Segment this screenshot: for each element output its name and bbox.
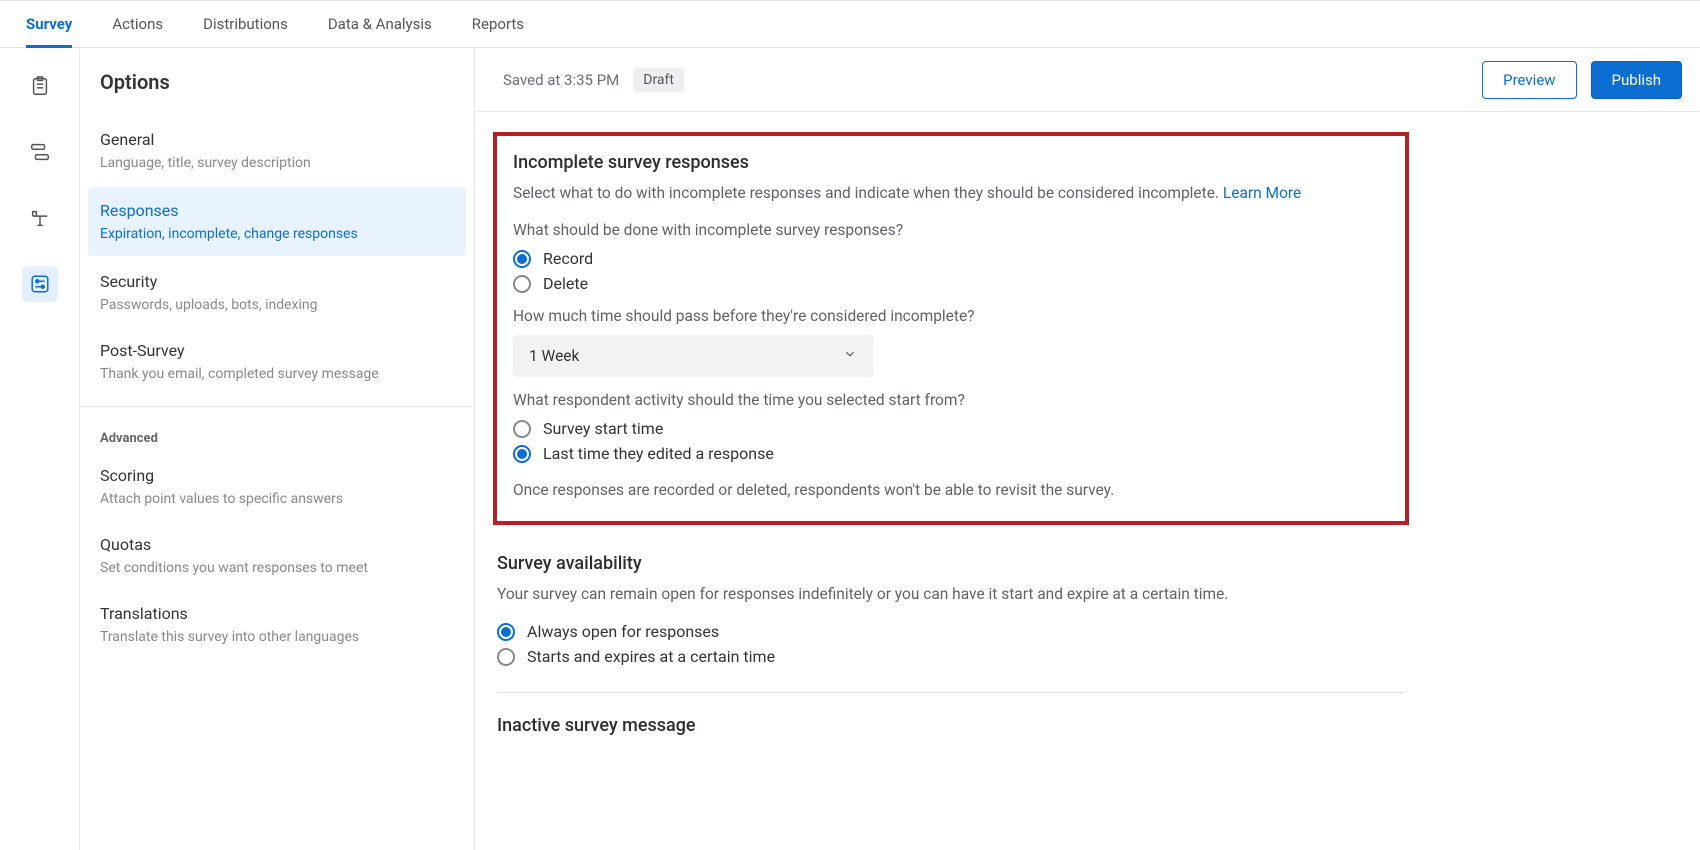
select-value: 1 Week bbox=[529, 347, 579, 365]
sidebar-item-translations[interactable]: Translations Translate this survey into … bbox=[80, 590, 474, 659]
sidebar-item-desc: Attach point values to specific answers bbox=[100, 491, 454, 507]
learn-more-link[interactable]: Learn More bbox=[1223, 184, 1301, 202]
section-title: Survey availability bbox=[497, 553, 1405, 574]
incomplete-time-select[interactable]: 1 Week bbox=[513, 335, 873, 377]
icon-rail bbox=[0, 48, 80, 850]
sidebar-item-desc: Language, title, survey description bbox=[100, 155, 454, 171]
radio-label: Survey start time bbox=[543, 419, 663, 438]
top-tab-bar: Survey Actions Distributions Data & Anal… bbox=[0, 0, 1700, 48]
radio-icon bbox=[513, 420, 531, 438]
sidebar-item-label: Scoring bbox=[100, 466, 454, 485]
sidebar-item-general[interactable]: General Language, title, survey descript… bbox=[80, 116, 474, 185]
sidebar-item-responses[interactable]: Responses Expiration, incomplete, change… bbox=[88, 187, 466, 256]
sidebar-item-desc: Passwords, uploads, bots, indexing bbox=[100, 297, 454, 313]
tab-distributions[interactable]: Distributions bbox=[203, 0, 288, 48]
radio-always-open[interactable]: Always open for responses bbox=[497, 622, 1405, 641]
radio-icon bbox=[513, 445, 531, 463]
survey-options-icon[interactable] bbox=[22, 266, 58, 302]
sidebar-item-label: Quotas bbox=[100, 535, 454, 554]
sidebar-title: Options bbox=[80, 70, 474, 116]
options-sidebar: Options General Language, title, survey … bbox=[80, 48, 475, 850]
radio-label: Last time they edited a response bbox=[543, 444, 774, 463]
survey-availability-section: Survey availability Your survey can rema… bbox=[493, 553, 1409, 736]
radio-delete[interactable]: Delete bbox=[513, 274, 1389, 293]
radio-icon bbox=[497, 623, 515, 641]
sidebar-item-label: General bbox=[100, 130, 454, 149]
sidebar-item-label: Security bbox=[100, 272, 454, 291]
tab-reports[interactable]: Reports bbox=[472, 0, 524, 48]
sidebar-item-quotas[interactable]: Quotas Set conditions you want responses… bbox=[80, 521, 474, 590]
sidebar-item-desc: Translate this survey into other languag… bbox=[100, 629, 454, 645]
radio-icon bbox=[513, 250, 531, 268]
question-activity: What respondent activity should the time… bbox=[513, 391, 1389, 409]
chevron-down-icon bbox=[843, 347, 857, 365]
radio-label: Starts and expires at a certain time bbox=[527, 647, 775, 666]
look-feel-icon[interactable] bbox=[22, 200, 58, 236]
preview-button[interactable]: Preview bbox=[1482, 61, 1576, 99]
section-title: Incomplete survey responses bbox=[513, 152, 1389, 173]
content-header: Saved at 3:35 PM Draft Preview Publish bbox=[475, 48, 1700, 112]
radio-record[interactable]: Record bbox=[513, 249, 1389, 268]
saved-timestamp: Saved at 3:35 PM bbox=[503, 71, 619, 89]
section-title: Inactive survey message bbox=[497, 715, 1405, 736]
draft-badge: Draft bbox=[633, 68, 684, 92]
sidebar-divider bbox=[80, 406, 474, 407]
radio-start-time[interactable]: Survey start time bbox=[513, 419, 1389, 438]
sidebar-subheader-advanced: Advanced bbox=[80, 417, 474, 452]
radio-last-edit[interactable]: Last time they edited a response bbox=[513, 444, 1389, 463]
radio-icon bbox=[497, 648, 515, 666]
sidebar-item-desc: Expiration, incomplete, change responses bbox=[100, 226, 454, 242]
sidebar-item-scoring[interactable]: Scoring Attach point values to specific … bbox=[80, 452, 474, 521]
question-action: What should be done with incomplete surv… bbox=[513, 221, 1389, 239]
radio-label: Always open for responses bbox=[527, 622, 719, 641]
radio-starts-expires[interactable]: Starts and expires at a certain time bbox=[497, 647, 1405, 666]
incomplete-footnote: Once responses are recorded or deleted, … bbox=[513, 481, 1389, 499]
sidebar-item-label: Post-Survey bbox=[100, 341, 454, 360]
sidebar-item-desc: Thank you email, completed survey messag… bbox=[100, 366, 454, 382]
radio-label: Delete bbox=[543, 274, 588, 293]
publish-button[interactable]: Publish bbox=[1591, 61, 1682, 99]
sidebar-item-post-survey[interactable]: Post-Survey Thank you email, completed s… bbox=[80, 327, 474, 396]
section-divider bbox=[497, 692, 1405, 693]
tab-actions[interactable]: Actions bbox=[112, 0, 163, 48]
sidebar-item-label: Translations bbox=[100, 604, 454, 623]
question-time: How much time should pass before they're… bbox=[513, 307, 1389, 325]
tab-data-analysis[interactable]: Data & Analysis bbox=[328, 0, 432, 48]
sidebar-item-desc: Set conditions you want responses to mee… bbox=[100, 560, 454, 576]
clipboard-icon[interactable] bbox=[22, 68, 58, 104]
section-desc-text: Select what to do with incomplete respon… bbox=[513, 184, 1223, 202]
sidebar-item-security[interactable]: Security Passwords, uploads, bots, index… bbox=[80, 258, 474, 327]
sidebar-item-label: Responses bbox=[100, 201, 454, 220]
section-desc: Select what to do with incomplete respon… bbox=[513, 181, 1389, 205]
flow-icon[interactable] bbox=[22, 134, 58, 170]
tab-survey[interactable]: Survey bbox=[26, 0, 72, 48]
radio-icon bbox=[513, 275, 531, 293]
radio-label: Record bbox=[543, 249, 593, 268]
section-desc: Your survey can remain open for response… bbox=[497, 582, 1405, 606]
content-area: Saved at 3:35 PM Draft Preview Publish I… bbox=[475, 48, 1700, 850]
incomplete-responses-section: Incomplete survey responses Select what … bbox=[493, 132, 1409, 525]
